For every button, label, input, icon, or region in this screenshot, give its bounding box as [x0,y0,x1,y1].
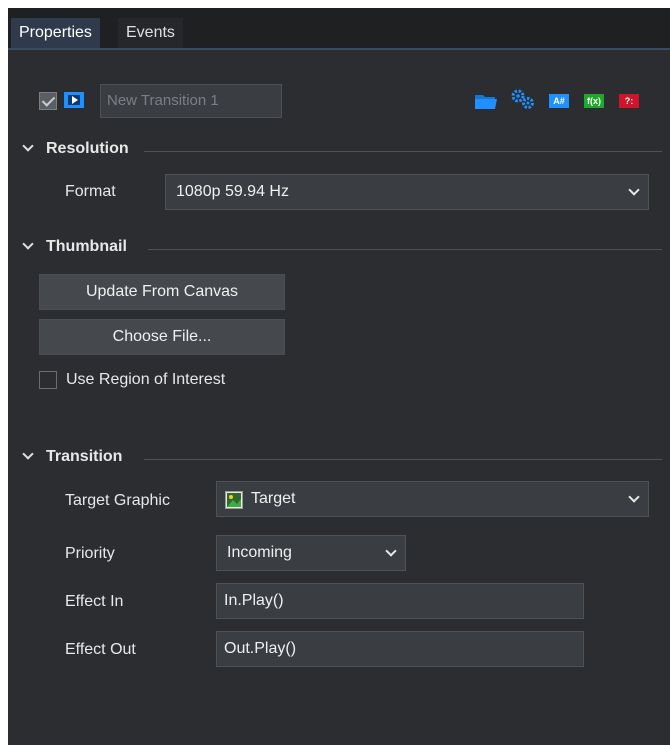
a-hash-icon[interactable]: A# [549,94,569,108]
help-icon[interactable]: ?: [619,94,639,108]
object-name-field[interactable]: New Transition 1 [100,84,282,118]
target-graphic-value: Target [251,490,296,507]
properties-panel: Properties Events New Transition 1 A# f(… [8,8,670,745]
resolution-header-label: Resolution [46,140,129,157]
effect-in-field[interactable]: In.Play() [216,583,584,619]
format-value: 1080p 59.94 Hz [176,183,289,200]
effect-out-label: Effect Out [65,641,136,658]
format-label: Format [65,183,116,200]
properties-content: New Transition 1 A# f(x) ?: Resolution F… [8,50,670,745]
format-dropdown[interactable]: 1080p 59.94 Hz [165,174,649,210]
chevron-down-icon [385,545,397,557]
chevron-down-icon[interactable] [22,238,34,250]
resolution-section-header[interactable]: Resolution [22,140,129,158]
chevron-down-icon [628,184,640,196]
chevron-down-icon[interactable] [22,448,34,460]
transition-header-label: Transition [46,448,123,465]
use-roi-checkbox[interactable] [39,371,57,389]
transition-section-header[interactable]: Transition [22,448,123,466]
tab-bar: Properties Events [8,8,670,50]
effect-out-field[interactable]: Out.Play() [216,631,584,667]
priority-label: Priority [65,545,115,562]
choose-file-button[interactable]: Choose File... [39,319,285,355]
tab-events[interactable]: Events [118,18,183,48]
priority-value: Incoming [227,544,292,561]
use-roi-label[interactable]: Use Region of Interest [66,371,225,389]
target-graphic-dropdown[interactable]: Target [216,481,649,517]
thumbnail-header-label: Thumbnail [46,238,127,255]
folder-icon[interactable] [474,92,498,110]
thumbnail-section-header[interactable]: Thumbnail [22,238,127,256]
chevron-down-icon[interactable] [22,140,34,152]
section-divider [144,151,662,152]
section-divider [148,249,662,250]
settings-gears-icon[interactable] [510,88,536,110]
section-divider [144,459,662,460]
image-icon [225,488,243,509]
fx-icon[interactable]: f(x) [584,94,604,108]
priority-dropdown[interactable]: Incoming [216,535,406,571]
tab-properties[interactable]: Properties [11,18,100,48]
effect-in-label: Effect In [65,593,124,610]
update-from-canvas-button[interactable]: Update From Canvas [39,274,285,310]
chevron-down-icon [628,491,640,503]
enabled-checkbox[interactable] [39,92,57,110]
transition-object-icon [63,90,87,110]
target-graphic-label: Target Graphic [65,492,170,509]
